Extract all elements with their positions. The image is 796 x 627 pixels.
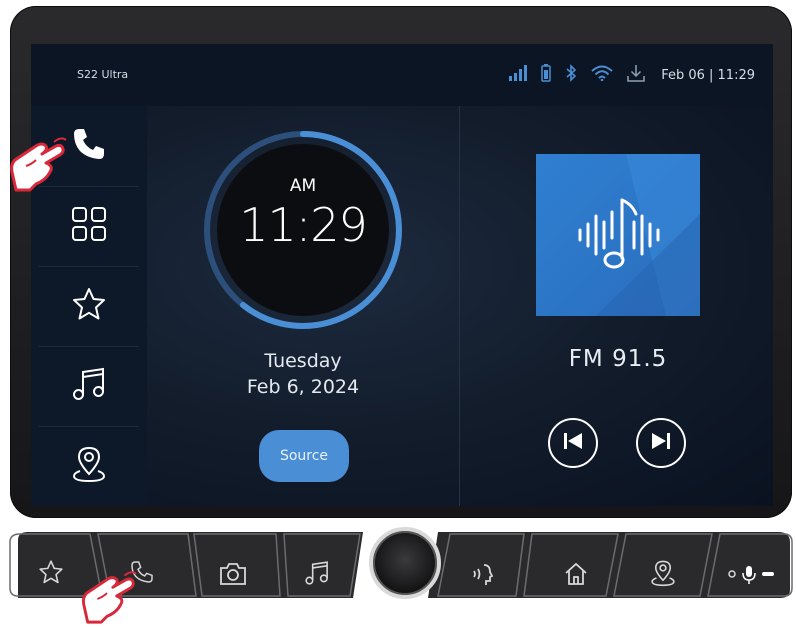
hw-navigation-button[interactable] — [650, 559, 676, 587]
wifi-icon — [591, 65, 613, 85]
sidebar-item-navigation[interactable] — [39, 426, 139, 506]
hw-music-button[interactable] — [304, 560, 330, 586]
infotainment-screen: S22 Ultra Feb 06 | 11:29 AM 11:29 Tuesda… — [31, 44, 773, 506]
mic-icon — [728, 566, 774, 584]
signal-icon — [509, 65, 528, 85]
voice-icon — [473, 564, 494, 585]
clock-day: Tuesday — [264, 350, 342, 372]
hw-favorites-button[interactable] — [38, 559, 64, 585]
map-pin-icon — [71, 445, 107, 487]
next-track-button[interactable] — [636, 418, 686, 468]
previous-track-button[interactable] — [548, 418, 598, 468]
pointer-hand-icon — [10, 137, 67, 192]
clock-ampm: AM — [289, 176, 317, 196]
grid-icon — [71, 206, 107, 246]
map-pin-icon — [651, 560, 675, 587]
status-bar: S22 Ultra Feb 06 | 11:29 — [31, 44, 773, 107]
bluetooth-icon — [565, 64, 577, 86]
source-button[interactable]: Source — [259, 430, 349, 482]
clock-time: 11:29 — [239, 198, 368, 252]
hw-voice-button[interactable] — [470, 561, 496, 587]
connected-device-name: S22 Ultra — [77, 68, 129, 81]
skip-previous-icon — [562, 431, 584, 455]
volume-knob[interactable] — [369, 527, 441, 599]
hw-camera-button[interactable] — [219, 562, 247, 586]
clock-date: Feb 6, 2024 — [246, 376, 360, 398]
hw-home-button[interactable] — [563, 561, 589, 587]
music-note-icon — [71, 366, 107, 406]
panel-divider — [459, 106, 460, 506]
album-art — [536, 154, 700, 316]
download-icon — [627, 64, 645, 86]
camera-icon — [220, 563, 246, 585]
battery-icon — [541, 64, 551, 86]
sidebar-item-music[interactable] — [39, 346, 139, 427]
hw-mic-button[interactable] — [724, 562, 780, 586]
status-date-time: Feb 06 | 11:29 — [661, 67, 755, 83]
home-icon — [565, 562, 587, 585]
pointer-hand-icon — [81, 571, 137, 624]
star-icon — [71, 286, 107, 326]
home-dashboard: AM 11:29 Tuesday Feb 6, 2024 Source FM 9… — [147, 106, 773, 506]
phone-icon — [71, 126, 107, 166]
star-icon — [39, 560, 63, 584]
radio-station: FM 91.5 — [568, 346, 668, 372]
skip-next-icon — [650, 431, 672, 455]
music-wave-icon — [578, 198, 660, 269]
sidebar-item-favorites[interactable] — [39, 266, 139, 347]
sidebar-item-apps[interactable] — [39, 186, 139, 267]
music-note-icon — [305, 561, 328, 585]
